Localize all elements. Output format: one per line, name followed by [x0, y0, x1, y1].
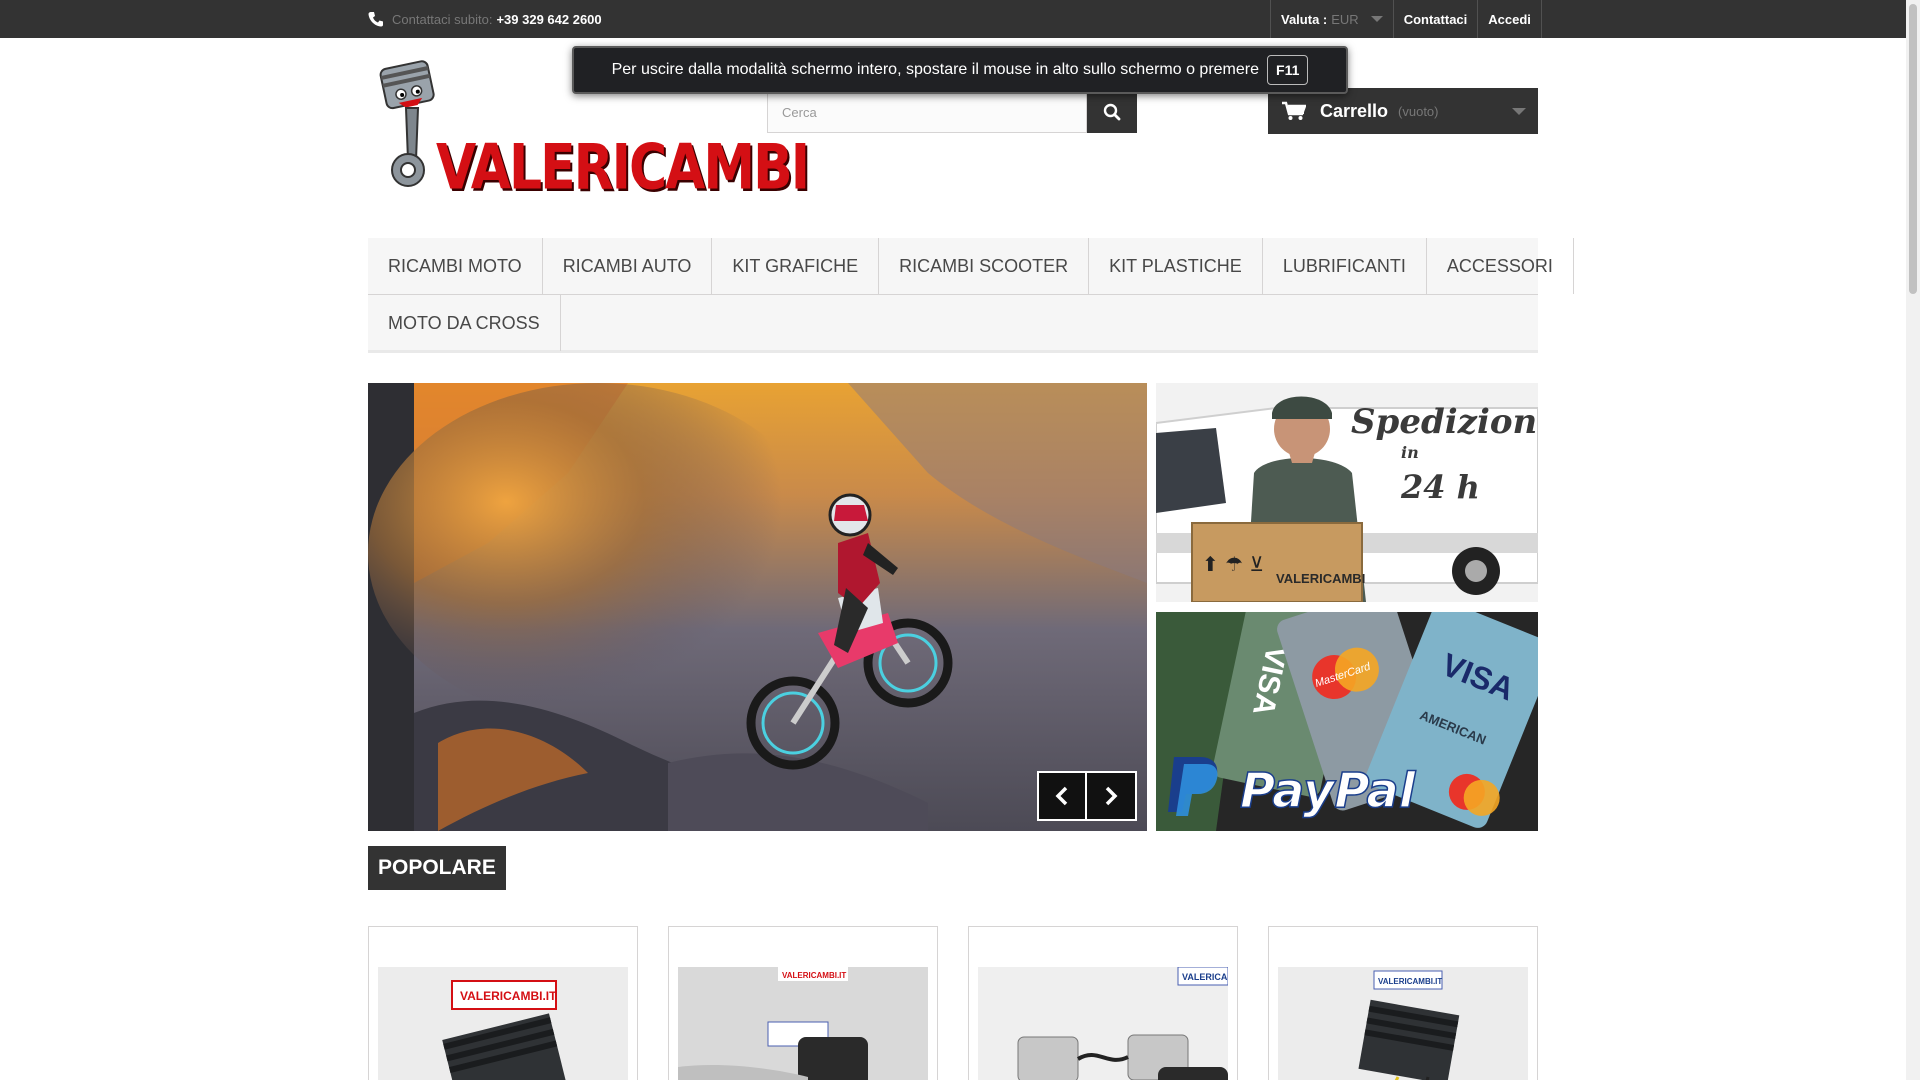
slider-controls	[1037, 771, 1137, 821]
motocross-slide-image	[368, 383, 1147, 831]
cart-button[interactable]: Carrello (vuoto)	[1268, 88, 1538, 134]
menu-item-moto-da-cross[interactable]: MOTO DA CROSS	[368, 295, 561, 351]
menu-item-accessori[interactable]: ACCESSORI	[1427, 238, 1574, 294]
handlebar-switch-image: VALERICAMBI.IT	[978, 967, 1228, 1080]
section-title-popular[interactable]: POPOLARE	[368, 846, 506, 890]
product-watermark: VALERICAMBI.IT	[782, 971, 846, 980]
search-bar	[767, 91, 1137, 133]
phone-icon	[368, 12, 383, 27]
shipping-line2: in	[1401, 443, 1419, 462]
hero-slider[interactable]	[368, 383, 1147, 831]
product-image[interactable]: VALERICAMBI.IT	[1278, 967, 1528, 1080]
product-watermark: VALERICAMBI.IT	[460, 989, 557, 1003]
shipping-line3: 24 h	[1400, 468, 1480, 506]
product-watermark: VALERICAMBI.IT	[1378, 977, 1442, 986]
slider-next-button[interactable]	[1087, 771, 1137, 821]
brake-pump-image: VALERICAMBI.IT	[678, 967, 928, 1080]
slider-prev-button[interactable]	[1037, 771, 1087, 821]
paypal-text: PayPal	[1240, 763, 1416, 819]
cart-label: Carrello	[1320, 100, 1389, 121]
main-menu: RICAMBI MOTO RICAMBI AUTO KIT GRAFICHE RICA…	[368, 238, 1574, 353]
page: Contattaci subito: +39 329 642 2600 Valu…	[0, 0, 1920, 1080]
product-watermark: VALERICAMBI.IT	[1182, 972, 1228, 982]
menu-item-ricambi-scooter[interactable]: RICAMBI SCOOTER	[879, 238, 1090, 294]
currency-label: Valuta :	[1281, 11, 1328, 27]
cart-icon	[1282, 101, 1306, 120]
search-input[interactable]	[767, 91, 1087, 133]
product-card[interactable]: VALERICAMBI.IT	[1268, 926, 1538, 1080]
chevron-right-icon	[1105, 786, 1118, 806]
product-card[interactable]: VALERICAMBI.IT	[968, 926, 1238, 1080]
contact-info: Contattaci subito: +39 329 642 2600	[368, 0, 602, 38]
product-list: VALERICAMBI.IT VALERICAMBI.IT VALERICA V…	[368, 926, 1538, 1080]
contact-label: Contattaci subito:	[392, 11, 493, 27]
menu-item-ricambi-auto[interactable]: RICAMBI AUTO	[543, 238, 713, 294]
currency-value: EUR	[1331, 11, 1359, 27]
shipping-banner[interactable]: VALERICAMBI ⬆ ☂ ⊻ Spedizioni in 24 h	[1156, 383, 1538, 602]
svg-text:⬆ ☂ ⊻: ⬆ ☂ ⊻	[1202, 552, 1264, 576]
fullscreen-notice: Per uscire dalla modalità schermo intero…	[572, 46, 1348, 94]
regulator-image: VALERICAMBI.IT	[378, 967, 628, 1080]
menu-item-kit-grafiche[interactable]: KIT GRAFICHE	[712, 238, 880, 294]
cart-status: (vuoto)	[1398, 103, 1439, 119]
shipping-line1: Spedizioni	[1351, 402, 1538, 442]
payment-cards-image: VISA MasterCard VISA AMERICAN PayPal	[1156, 612, 1538, 831]
login-link[interactable]: Accedi	[1477, 0, 1542, 38]
product-card[interactable]: VALERICAMBI.IT	[368, 926, 638, 1080]
top-bar: Contattaci subito: +39 329 642 2600 Valu…	[0, 0, 1920, 38]
currency-selector[interactable]: Valuta : EUR	[1270, 0, 1393, 38]
scrollbar-thumb[interactable]	[1909, 4, 1917, 294]
fullscreen-key: F11	[1267, 55, 1309, 85]
contact-link[interactable]: Contattaci	[1392, 0, 1478, 38]
box-logo-text: VALERICAMBI	[1276, 571, 1365, 586]
chevron-down-icon	[1370, 16, 1383, 22]
menu-item-kit-plastiche[interactable]: KIT PLASTICHE	[1089, 238, 1263, 294]
search-icon	[1103, 103, 1121, 121]
menu-item-ricambi-moto[interactable]: RICAMBI MOTO	[368, 238, 543, 294]
product-image[interactable]: VALERICAMBI.IT	[678, 967, 928, 1080]
payment-banner[interactable]: VISA MasterCard VISA AMERICAN PayPal	[1156, 612, 1538, 831]
chevron-down-icon	[1512, 108, 1526, 115]
menu-item-lubrificanti[interactable]: LUBRIFICANTI	[1263, 238, 1427, 294]
page-scrollbar[interactable]	[1906, 0, 1920, 1080]
product-image[interactable]: VALERICAMBI.IT	[978, 967, 1228, 1080]
phone-number[interactable]: +39 329 642 2600	[496, 12, 601, 27]
fullscreen-notice-text: Per uscire dalla modalità schermo intero…	[611, 61, 1260, 78]
voltage-regulator-image: VALERICAMBI.IT	[1278, 967, 1528, 1080]
chevron-left-icon	[1055, 786, 1068, 806]
product-card[interactable]: VALERICAMBI.IT	[668, 926, 938, 1080]
menu-row: MOTO DA CROSS	[368, 294, 1538, 351]
logo-text: VALERICAMBI	[436, 132, 810, 204]
delivery-van-image: VALERICAMBI ⬆ ☂ ⊻ Spedizioni in 24 h	[1156, 383, 1538, 602]
menu-row: RICAMBI MOTO RICAMBI AUTO KIT GRAFICHE RICA…	[368, 238, 1574, 294]
search-button[interactable]	[1087, 91, 1137, 133]
product-image[interactable]: VALERICAMBI.IT	[378, 967, 628, 1080]
